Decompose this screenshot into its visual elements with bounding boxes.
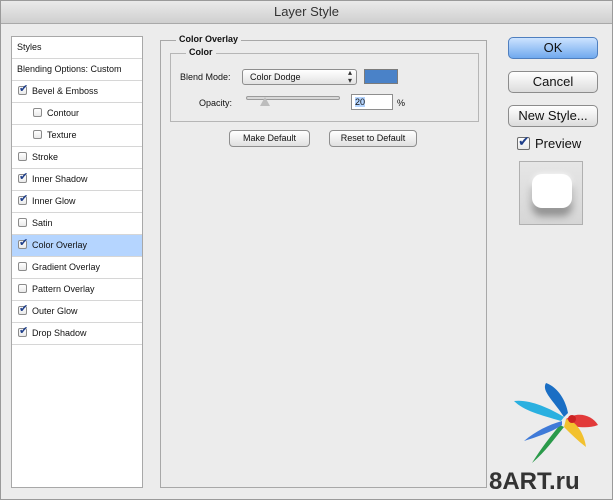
checkbox[interactable] bbox=[18, 303, 28, 315]
sidebar-item-color-overlay[interactable]: Color Overlay bbox=[12, 235, 142, 257]
checkbox[interactable] bbox=[18, 218, 27, 227]
sidebar-item-label: Styles bbox=[17, 42, 42, 52]
checkbox[interactable] bbox=[18, 262, 27, 271]
make-default-button[interactable]: Make Default bbox=[229, 130, 310, 147]
opacity-input[interactable]: 20 bbox=[351, 94, 393, 110]
overlay-color-swatch[interactable] bbox=[364, 69, 398, 84]
sidebar-item-label: Pattern Overlay bbox=[32, 284, 95, 294]
watermark-text: 8ART.ru bbox=[489, 468, 580, 495]
sidebar-item-inner-shadow[interactable]: Inner Shadow bbox=[12, 169, 142, 191]
sidebar-item-label: Bevel & Emboss bbox=[32, 86, 99, 96]
preview-shape bbox=[532, 174, 572, 208]
reset-to-default-button[interactable]: Reset to Default bbox=[329, 130, 417, 147]
sidebar-item-label: Stroke bbox=[32, 152, 59, 162]
blend-mode-label: Blend Mode: bbox=[180, 72, 231, 82]
sidebar-item-styles[interactable]: Styles bbox=[12, 37, 142, 59]
updown-arrows-icon: ▴ ▾ bbox=[347, 68, 352, 85]
sidebar-item-label: Satin bbox=[32, 218, 53, 228]
new-style-button[interactable]: New Style... bbox=[508, 105, 598, 127]
sidebar-item-label: Drop Shadow bbox=[32, 328, 87, 338]
preview-checkbox[interactable] bbox=[517, 134, 530, 150]
preview-label: Preview bbox=[535, 136, 582, 151]
sidebar-item-gradient-overlay[interactable]: Gradient Overlay bbox=[12, 257, 142, 279]
opacity-slider-thumb[interactable] bbox=[259, 97, 270, 106]
checkbox[interactable] bbox=[18, 237, 28, 249]
sidebar-item-label: Inner Glow bbox=[32, 196, 76, 206]
parrot-logo-icon bbox=[514, 383, 598, 463]
sidebar-item-satin[interactable]: Satin bbox=[12, 213, 142, 235]
sidebar-item-bevel-emboss[interactable]: Bevel & Emboss bbox=[12, 81, 142, 103]
ok-button[interactable]: OK bbox=[508, 37, 598, 59]
opacity-label: Opacity: bbox=[199, 98, 233, 108]
sidebar-item-pattern-overlay[interactable]: Pattern Overlay bbox=[12, 279, 142, 301]
sidebar-item-stroke[interactable]: Stroke bbox=[12, 147, 142, 169]
layer-style-dialog: Layer Style Styles Blending Options: Cust… bbox=[0, 0, 613, 500]
sidebar-item-contour[interactable]: Contour bbox=[12, 103, 142, 125]
checkbox[interactable] bbox=[18, 193, 28, 205]
checkbox[interactable] bbox=[18, 284, 27, 293]
checkbox[interactable] bbox=[18, 325, 28, 337]
opacity-value: 20 bbox=[355, 97, 366, 107]
sidebar-item-inner-glow[interactable]: Inner Glow bbox=[12, 191, 142, 213]
style-preview-thumbnail bbox=[519, 161, 583, 225]
sidebar-item-label: Blending Options: Custom bbox=[17, 64, 122, 74]
checkbox[interactable] bbox=[18, 171, 28, 183]
group-title: Color bbox=[186, 47, 216, 57]
checkbox[interactable] bbox=[18, 83, 28, 95]
sidebar-item-label: Inner Shadow bbox=[32, 174, 88, 184]
sidebar-item-outer-glow[interactable]: Outer Glow bbox=[12, 301, 142, 323]
cancel-button[interactable]: Cancel bbox=[508, 71, 598, 93]
checkbox[interactable] bbox=[33, 108, 42, 117]
opacity-unit: % bbox=[397, 98, 406, 108]
blend-mode-select[interactable]: Color Dodge ▴ ▾ bbox=[242, 69, 357, 85]
blend-mode-value: Color Dodge bbox=[250, 72, 301, 82]
sidebar-item-label: Contour bbox=[47, 108, 80, 118]
color-group bbox=[170, 53, 479, 122]
window-title: Layer Style bbox=[1, 1, 612, 24]
sidebar-item-texture[interactable]: Texture bbox=[12, 125, 142, 147]
checkbox[interactable] bbox=[33, 130, 42, 139]
checkbox[interactable] bbox=[18, 152, 27, 161]
styles-sidebar: Styles Blending Options: Custom Bevel & Em… bbox=[11, 36, 143, 488]
sidebar-item-label: Outer Glow bbox=[32, 306, 78, 316]
sidebar-item-drop-shadow[interactable]: Drop Shadow bbox=[12, 323, 142, 345]
sidebar-item-label: Gradient Overlay bbox=[32, 262, 101, 272]
sidebar-item-blending-options-custom[interactable]: Blending Options: Custom bbox=[12, 59, 142, 81]
sidebar-item-label: Texture bbox=[47, 130, 77, 140]
panel-title: Color Overlay bbox=[176, 34, 242, 44]
sidebar-item-label: Color Overlay bbox=[32, 240, 88, 250]
